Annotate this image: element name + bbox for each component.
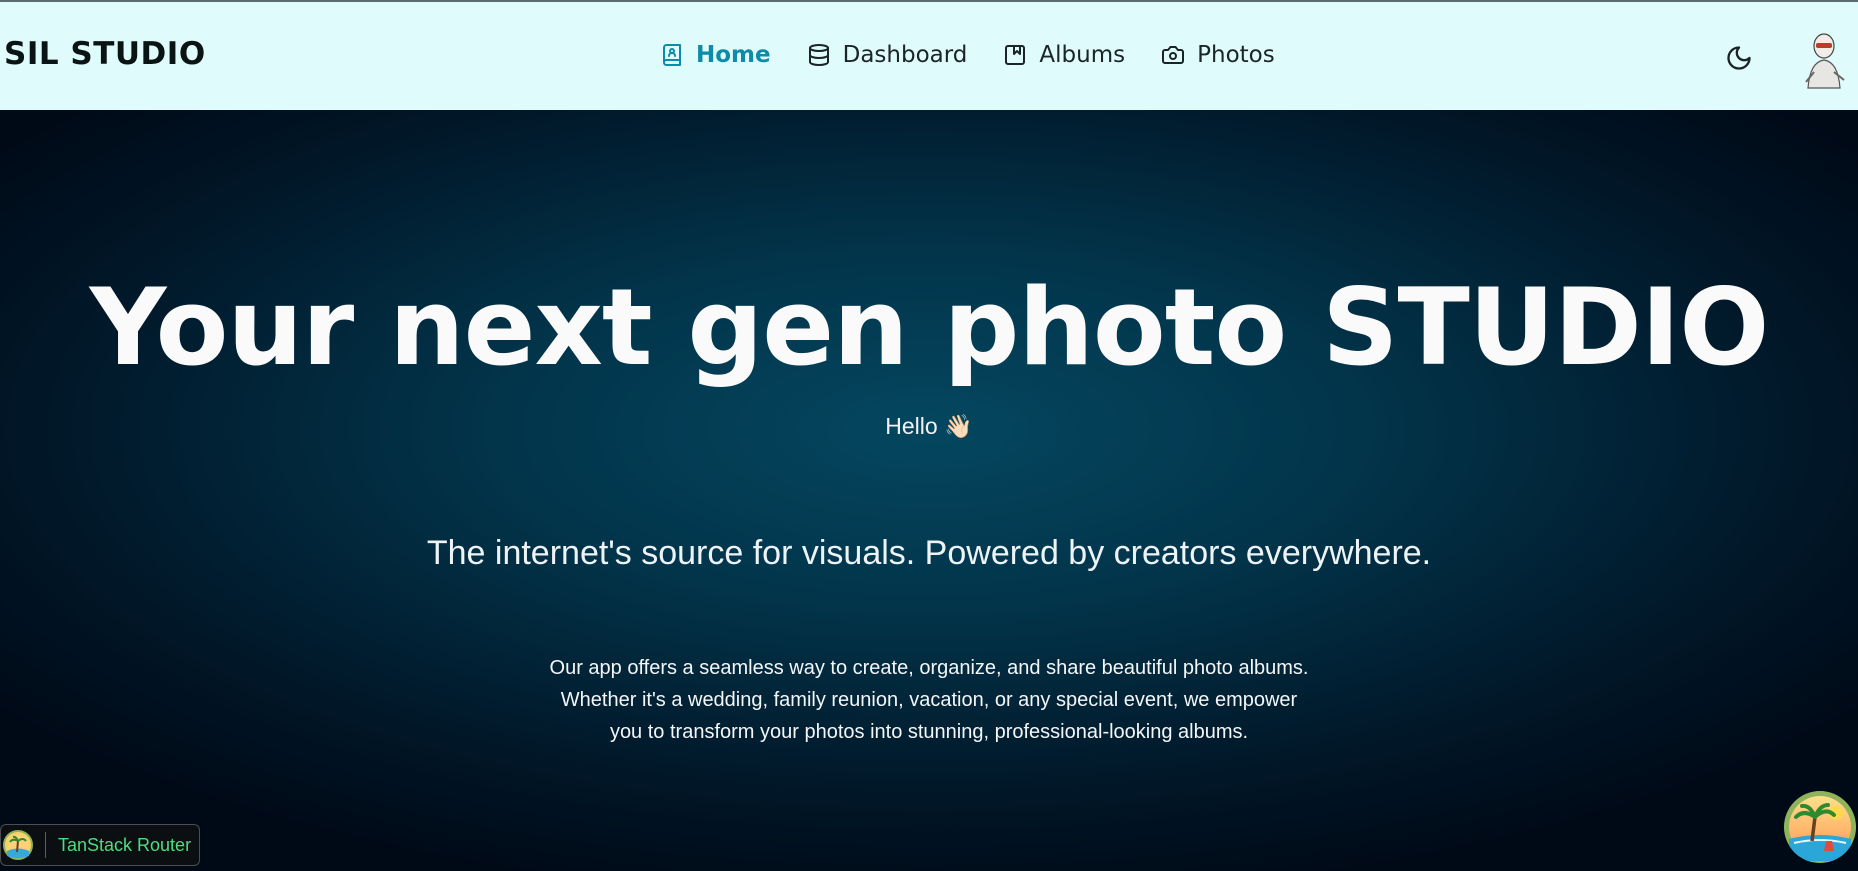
- devtools-label: TanStack Router: [58, 834, 192, 855]
- divider: [45, 832, 46, 858]
- nav-link-label: Albums: [1039, 42, 1126, 68]
- tanstack-palm-logo-icon: [3, 830, 33, 860]
- nav-link-label: Photos: [1197, 42, 1275, 68]
- nav-link-label: Dashboard: [842, 42, 968, 68]
- theme-toggle-button[interactable]: [1725, 44, 1753, 72]
- hero-title: Your next gen photo STUDIO: [89, 266, 1770, 389]
- user-avatar[interactable]: [1800, 32, 1848, 90]
- tanstack-router-devtools-button[interactable]: TanStack Router: [0, 824, 200, 866]
- hero-tagline: The internet's source for visuals. Power…: [426, 534, 1432, 572]
- hero-section: Your next gen photo STUDIO Hello 👋🏻 The …: [0, 110, 1858, 871]
- nav-link-photos[interactable]: Photos: [1161, 42, 1275, 68]
- nav-link-label: Home: [696, 42, 771, 68]
- nav-link-dashboard[interactable]: Dashboard: [807, 42, 968, 68]
- main-nav: Home Dashboard Albums Photos: [660, 42, 1275, 68]
- tanstack-floating-button[interactable]: [1784, 791, 1856, 863]
- book-user-icon: [660, 43, 684, 67]
- album-icon: [1003, 43, 1027, 67]
- top-navbar: SIL STUDIO Home Dashboard Albums Photos: [0, 0, 1858, 110]
- moon-icon: [1725, 46, 1753, 76]
- page: SIL STUDIO Home Dashboard Albums Photos …: [0, 0, 1858, 871]
- camera-icon: [1161, 43, 1185, 67]
- database-icon: [807, 43, 831, 67]
- hero-description: Our app offers a seamless way to create,…: [549, 657, 1309, 743]
- brand-logo-text[interactable]: SIL STUDIO: [4, 36, 206, 72]
- nav-link-albums[interactable]: Albums: [1003, 42, 1125, 68]
- nav-link-home[interactable]: Home: [660, 42, 771, 68]
- hero-greeting: Hello 👋🏻: [885, 413, 973, 439]
